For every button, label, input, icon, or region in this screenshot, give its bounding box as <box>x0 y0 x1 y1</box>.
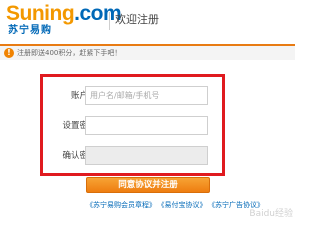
page-title: 欢迎注册 <box>115 13 159 26</box>
link-epay-agreement[interactable]: 《易付宝协议》 <box>161 201 207 209</box>
page-header: Suning.com 苏宁易购 欢迎注册 <box>0 0 295 46</box>
account-input[interactable]: 用户名/邮箱/手机号 <box>85 86 208 105</box>
confirm-password-input[interactable] <box>85 146 208 165</box>
agree-and-register-button[interactable]: 同意协议并注册 <box>86 177 210 193</box>
logo-text-prefix: Suning <box>6 2 75 25</box>
notice-bar: ! 注册即送400积分，赶紧下手吧！ <box>0 46 295 60</box>
registration-form-highlight: 账户名： 用户名/邮箱/手机号 设置密码： 确认密码： <box>40 74 225 176</box>
header-divider <box>109 12 110 30</box>
suning-logo[interactable]: Suning.com <box>6 2 122 26</box>
watermark: Baidu经验 <box>249 209 293 219</box>
logo-subtitle: 苏宁易购 <box>8 25 52 36</box>
notice-text: 注册即送400积分，赶紧下手吧！ <box>17 49 122 57</box>
link-member-charter[interactable]: 《苏宁易购会员章程》 <box>86 201 156 209</box>
info-icon: ! <box>4 48 14 58</box>
password-input[interactable] <box>85 116 208 135</box>
